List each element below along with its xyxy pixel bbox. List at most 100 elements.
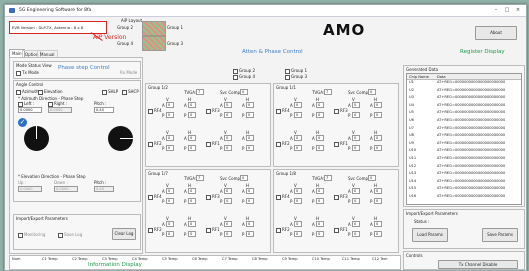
rf-check[interactable]: RF2 [148,227,162,233]
shcp-check[interactable]: SHCP [122,89,139,95]
az-pitch-input[interactable]: 0.45 [94,107,114,113]
rf-check[interactable]: RF3 [206,194,220,200]
v-atten-input[interactable]: 0 [294,221,302,227]
h-phase-input[interactable]: 0 [246,198,254,204]
clear-log-button[interactable]: Clear Log [112,228,136,240]
v-atten-input[interactable]: 0 [224,221,232,227]
elevation-check[interactable]: Elevation [38,89,63,95]
h-atten-input[interactable]: 0 [316,102,324,108]
v-phase-input[interactable]: 0 [166,112,174,118]
v-atten-input[interactable]: 0 [294,135,302,141]
table-row[interactable]: U5 AT+REG=0000000000000000000000 [407,110,521,115]
h-phase-input[interactable]: 0 [374,145,382,151]
rf-check[interactable]: RF3 [334,108,348,114]
h-atten-input[interactable]: 0 [374,102,382,108]
v-atten-input[interactable]: 0 [166,188,174,194]
tvga-input[interactable]: 7 [324,89,332,95]
table-row[interactable]: U9 AT+REG=0000000000000000000000 [407,141,521,146]
table-row[interactable]: U4 AT+REG=0000000000000000000000 [407,103,521,108]
rf-check[interactable]: RF1 [206,141,220,147]
v-atten-input[interactable]: 0 [352,221,360,227]
tx-mode-check[interactable]: Tx Mode [16,70,39,76]
rf-check[interactable]: RF4 [148,194,162,200]
h-phase-input[interactable]: 0 [188,231,196,237]
h-phase-input[interactable]: 0 [246,145,254,151]
table-row[interactable]: U6 AT+REG=0000000000000000000000 [407,118,521,123]
h-atten-input[interactable]: 0 [374,221,382,227]
v-atten-input[interactable]: 0 [352,102,360,108]
table-row[interactable]: U16 AT+REG=0000000000000000000000 [407,194,521,199]
table-row[interactable]: U13 AT+REG=0000000000000000000000 [407,171,521,176]
h-phase-input[interactable]: 0 [316,112,324,118]
h-atten-input[interactable]: 0 [316,135,324,141]
el-up-input[interactable]: 0.0000 [18,186,42,192]
rf-check[interactable]: RF1 [206,227,220,233]
h-atten-input[interactable]: 0 [246,135,254,141]
v-phase-input[interactable]: 0 [294,145,302,151]
v-atten-input[interactable]: 0 [352,135,360,141]
v-phase-input[interactable]: 0 [224,231,232,237]
table-row[interactable]: U7 AT+REG=0000000000000000000000 [407,126,521,131]
v-phase-input[interactable]: 0 [294,198,302,204]
about-button[interactable]: About [475,26,517,40]
h-atten-input[interactable]: 0 [374,135,382,141]
h-phase-input[interactable]: 0 [188,198,196,204]
h-phase-input[interactable]: 0 [246,112,254,118]
tvga-input[interactable]: 7 [324,175,332,181]
rf-check[interactable]: RF4 [148,108,162,114]
h-atten-input[interactable]: 0 [246,102,254,108]
el-down-input[interactable]: 0.0000 [54,186,78,192]
h-phase-input[interactable]: 0 [316,231,324,237]
v-phase-input[interactable]: 0 [352,198,360,204]
minimize-button[interactable]: – [491,7,501,14]
h-atten-input[interactable]: 0 [188,135,196,141]
v-atten-input[interactable]: 0 [294,188,302,194]
table-row[interactable]: U2 AT+REG=0000000000000000000000 [407,88,521,93]
load-params-button[interactable]: Load Params [412,228,448,242]
rf-check[interactable]: RF1 [334,141,348,147]
rf-check[interactable]: RF3 [206,108,220,114]
group-2-check[interactable]: Group 2 [233,68,255,74]
tvga-input[interactable]: 7 [196,175,204,181]
h-phase-input[interactable]: 0 [374,198,382,204]
table-row[interactable]: U8 AT+REG=0000000000000000000000 [407,133,521,138]
h-phase-input[interactable]: 0 [374,112,382,118]
close-button[interactable]: × [513,7,523,14]
rf-check[interactable]: RF2 [276,227,290,233]
group-3-check[interactable]: Group 3 [285,74,307,80]
monitoring-check[interactable]: Monitoring [18,232,45,238]
svc-comp-input[interactable]: 0 [240,89,248,95]
rf-check[interactable]: RF2 [148,141,162,147]
h-phase-input[interactable]: 0 [374,231,382,237]
table-row[interactable]: U10 AT+REG=0000000000000000000000 [407,148,521,153]
h-atten-input[interactable]: 0 [316,221,324,227]
v-phase-input[interactable]: 0 [352,231,360,237]
v-phase-input[interactable]: 0 [352,112,360,118]
el-pitch-input[interactable]: 0.45 [94,186,114,192]
h-atten-input[interactable]: 0 [188,221,196,227]
table-row[interactable]: U12 AT+REG=0000000000000000000000 [407,164,521,169]
table-row[interactable]: U15 AT+REG=0000000000000000000000 [407,186,521,191]
h-atten-input[interactable]: 0 [316,188,324,194]
save-log-check[interactable]: Save Log [58,232,82,238]
table-row[interactable]: U1 AT+REG=0000000000000000000000 [407,80,521,85]
az-left-input[interactable]: 0.0000 [18,107,42,113]
v-phase-input[interactable]: 0 [166,145,174,151]
rf-check[interactable]: RF3 [334,194,348,200]
svc-comp-input[interactable]: 0 [240,175,248,181]
h-phase-input[interactable]: 0 [316,198,324,204]
azimuth-check[interactable]: Azimuth [16,89,38,95]
rf-check[interactable]: RF1 [334,227,348,233]
h-atten-input[interactable]: 0 [374,188,382,194]
group-1-check[interactable]: Group 1 [285,68,307,74]
rf-check[interactable]: RF4 [276,108,290,114]
h-atten-input[interactable]: 0 [188,188,196,194]
tvga-input[interactable]: 7 [196,89,204,95]
v-phase-input[interactable]: 0 [224,145,232,151]
rf-check[interactable]: RF2 [276,141,290,147]
h-atten-input[interactable]: 0 [188,102,196,108]
rf-check[interactable]: RF4 [276,194,290,200]
table-row[interactable]: U14 AT+REG=0000000000000000000000 [407,179,521,184]
v-atten-input[interactable]: 0 [352,188,360,194]
v-phase-input[interactable]: 0 [224,198,232,204]
